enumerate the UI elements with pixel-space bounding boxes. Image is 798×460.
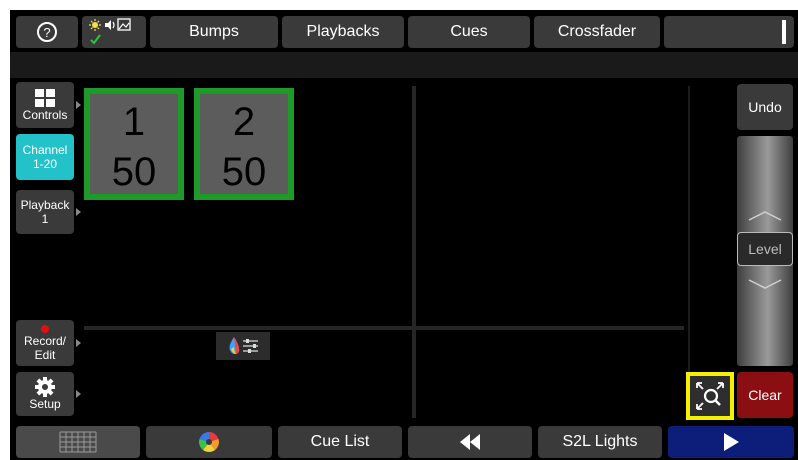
- sidebar-item-record-edit[interactable]: Record/ Edit: [16, 320, 81, 366]
- topbar-scroll-area[interactable]: [664, 16, 794, 48]
- scroll-indicator: [782, 20, 786, 44]
- rewind-button[interactable]: [408, 426, 532, 458]
- level-fader[interactable]: Level: [737, 136, 793, 366]
- light-bulb-icon: [89, 19, 101, 31]
- tab-crossfader[interactable]: Crossfader: [534, 16, 660, 48]
- help-button[interactable]: ?: [16, 16, 78, 48]
- grid-four-icon: [35, 89, 55, 107]
- channel-tile[interactable]: 2 50: [194, 88, 294, 200]
- undo-button[interactable]: Undo: [737, 84, 793, 130]
- sidebar-item-label-2: Edit: [34, 347, 56, 362]
- channel-number: 1: [122, 100, 146, 144]
- sidebar-item-label: Controls: [22, 108, 68, 122]
- color-params-button[interactable]: [216, 332, 270, 360]
- channel-level: 50: [221, 150, 267, 194]
- s2l-lights-button[interactable]: S2L Lights: [538, 426, 662, 458]
- speaker-icon: [105, 20, 115, 30]
- sidebar-item-playback[interactable]: Playback 1: [16, 190, 81, 234]
- sidebar-item-number: 1: [41, 212, 49, 226]
- check-icon: [90, 34, 101, 45]
- quadrant-divider-vertical: [412, 86, 416, 418]
- sidebar-item-controls[interactable]: Controls: [16, 82, 81, 128]
- color-picker-button[interactable]: [146, 426, 272, 458]
- level-handle[interactable]: Level: [737, 232, 793, 266]
- expand-arrow-icon: [76, 101, 81, 109]
- tab-cues[interactable]: Cues: [408, 16, 530, 48]
- right-panel-divider: [688, 86, 690, 416]
- channel-number: 2: [232, 100, 256, 144]
- sidebar-item-label: Record/: [23, 333, 67, 348]
- app-frame: ? Bumps Playbacks Cues Crossfader Contro…: [10, 10, 798, 460]
- channel-tile[interactable]: 1 50: [84, 88, 184, 200]
- status-indicators[interactable]: [82, 16, 146, 48]
- record-dot-icon: [41, 324, 49, 333]
- grid-view-button[interactable]: [16, 426, 140, 458]
- expand-arrow-icon: [76, 390, 81, 398]
- fader-down-arrow-icon: [748, 279, 782, 289]
- sidebar-item-range: 1-20: [32, 157, 58, 171]
- zoom-fit-button[interactable]: [686, 372, 734, 420]
- gear-icon: [35, 377, 55, 397]
- play-button[interactable]: [668, 426, 794, 458]
- fader-up-arrow-icon: [748, 211, 782, 221]
- play-icon: [724, 433, 739, 451]
- sidebar-item-label: Channel: [22, 143, 68, 157]
- tab-bumps[interactable]: Bumps: [150, 16, 278, 48]
- sidebar-item-label: Setup: [29, 397, 61, 411]
- sidebar-item-channel[interactable]: Channel 1-20: [16, 134, 74, 180]
- grid-icon: [59, 431, 97, 453]
- rewind-icon: [460, 434, 480, 450]
- sidebar-item-setup[interactable]: Setup: [16, 372, 81, 416]
- status-icons: [89, 18, 131, 45]
- header-strip: [10, 52, 798, 78]
- quadrant-divider-horizontal: [84, 326, 684, 330]
- expand-arrow-icon: [76, 208, 81, 216]
- channel-level: 50: [111, 150, 157, 194]
- question-circle-icon: ?: [37, 22, 57, 42]
- color-wheel-icon: [199, 432, 219, 452]
- clear-button[interactable]: Clear: [737, 372, 793, 418]
- expand-arrow-icon: [76, 339, 81, 347]
- svg-text:?: ?: [43, 25, 50, 40]
- tab-playbacks[interactable]: Playbacks: [282, 16, 404, 48]
- zoom-expand-icon: [696, 382, 724, 410]
- image-icon: [117, 18, 131, 31]
- cue-list-button[interactable]: Cue List: [278, 426, 402, 458]
- color-drop-sliders-icon: [229, 337, 258, 355]
- sidebar-item-label: Playback: [20, 198, 70, 212]
